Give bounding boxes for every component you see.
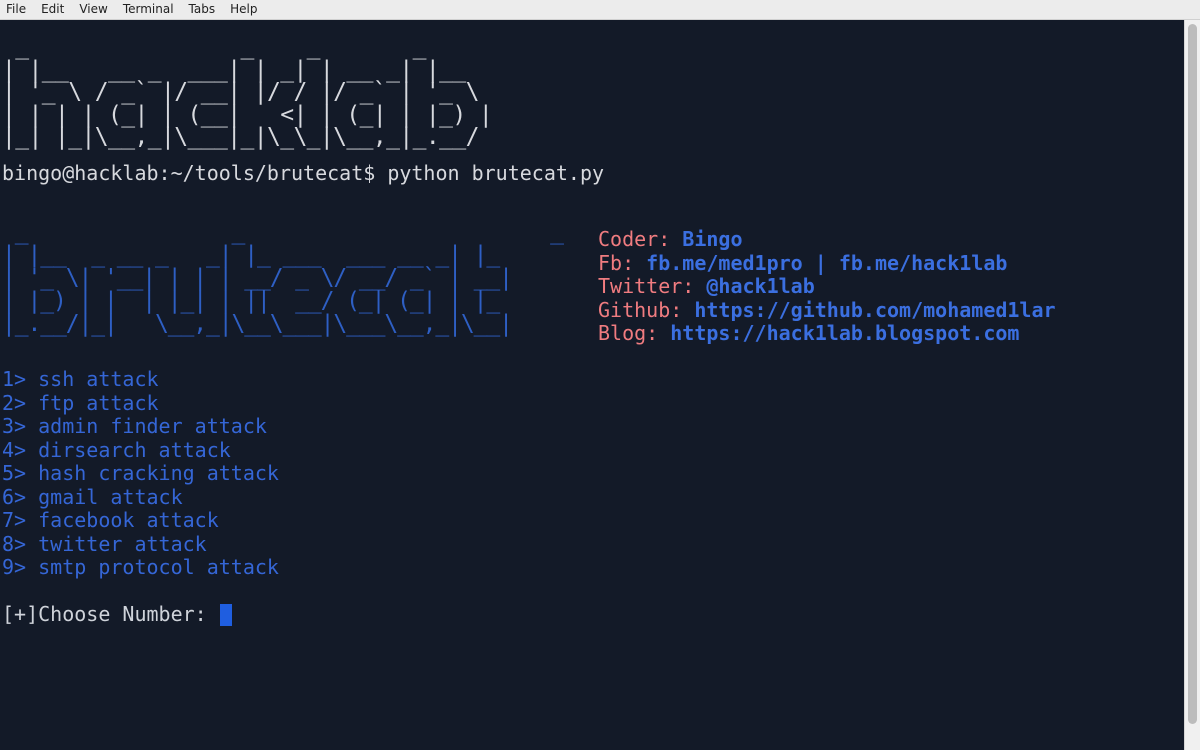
- menu-terminal[interactable]: Terminal: [116, 0, 182, 19]
- list-item: 5> hash cracking attack: [2, 461, 279, 485]
- menu-view[interactable]: View: [72, 0, 115, 19]
- attack-menu-list: 1> ssh attack 2> ftp attack 3> admin fin…: [2, 367, 279, 580]
- list-item: 7> facebook attack: [2, 508, 219, 532]
- info-value: https://hack1lab.blogspot.com: [670, 321, 1020, 345]
- terminal-area[interactable]: _ _ _ _ | |__ __ _ ___| | _| | __ _| |__…: [0, 20, 1184, 750]
- menu-help[interactable]: Help: [223, 0, 265, 19]
- brutecat-ascii-banner: _ _ _ | |__ _ __ _ _| |_ ___ ___ __ _| |…: [2, 219, 564, 337]
- choose-number-prompt[interactable]: [+]Choose Number:: [2, 602, 232, 627]
- list-item: 1> ssh attack: [2, 367, 159, 391]
- terminal-cursor: [219, 603, 232, 626]
- list-item: 8> twitter attack: [2, 531, 207, 556]
- info-key: Blog:: [598, 321, 671, 345]
- info-value: fb.me/med1pro | fb.me/hack1lab: [646, 250, 1008, 275]
- info-value: Bingo: [682, 227, 743, 251]
- hacklab-ascii-banner: _ _ _ _ | |__ __ _ ___| | _| | __ _| |__…: [2, 34, 493, 150]
- info-row-blog: Blog: https://hack1lab.blogspot.com: [598, 321, 1056, 346]
- list-item: 6> gmail attack: [2, 484, 183, 509]
- info-key: Coder:: [598, 227, 683, 251]
- author-info-block: Coder: Bingo Fb: fb.me/med1pro | fb.me/h…: [598, 227, 1056, 346]
- info-value: https://github.com/mohamed1lar: [694, 297, 1056, 322]
- vertical-scrollbar[interactable]: [1184, 20, 1200, 750]
- menu-file[interactable]: File: [0, 0, 34, 19]
- list-item: 3> admin finder attack: [2, 414, 267, 438]
- scrollbar-thumb[interactable]: [1188, 24, 1197, 724]
- info-row-coder: Coder: Bingo: [598, 227, 1056, 252]
- menu-tabs[interactable]: Tabs: [182, 0, 224, 19]
- list-item: 2> ftp attack: [2, 390, 159, 415]
- info-key: Fb:: [598, 250, 647, 275]
- menu-edit[interactable]: Edit: [34, 0, 72, 19]
- list-item: 9> smtp protocol attack: [2, 555, 279, 579]
- list-item: 4> dirsearch attack: [2, 437, 231, 462]
- info-value: @hack1lab: [706, 274, 815, 298]
- info-key: Github:: [598, 297, 695, 322]
- info-row-fb: Fb: fb.me/med1pro | fb.me/hack1lab: [598, 250, 1056, 276]
- choose-number-label: [+]Choose Number:: [2, 602, 219, 626]
- info-row-twitter: Twitter: @hack1lab: [598, 274, 1056, 299]
- info-row-github: Github: https://github.com/mohamed1lar: [598, 297, 1056, 323]
- info-key: Twitter:: [598, 274, 707, 298]
- shell-prompt-line: bingo@hacklab:~/tools/brutecat$ python b…: [2, 161, 605, 185]
- menu-bar: File Edit View Terminal Tabs Help: [0, 0, 1200, 20]
